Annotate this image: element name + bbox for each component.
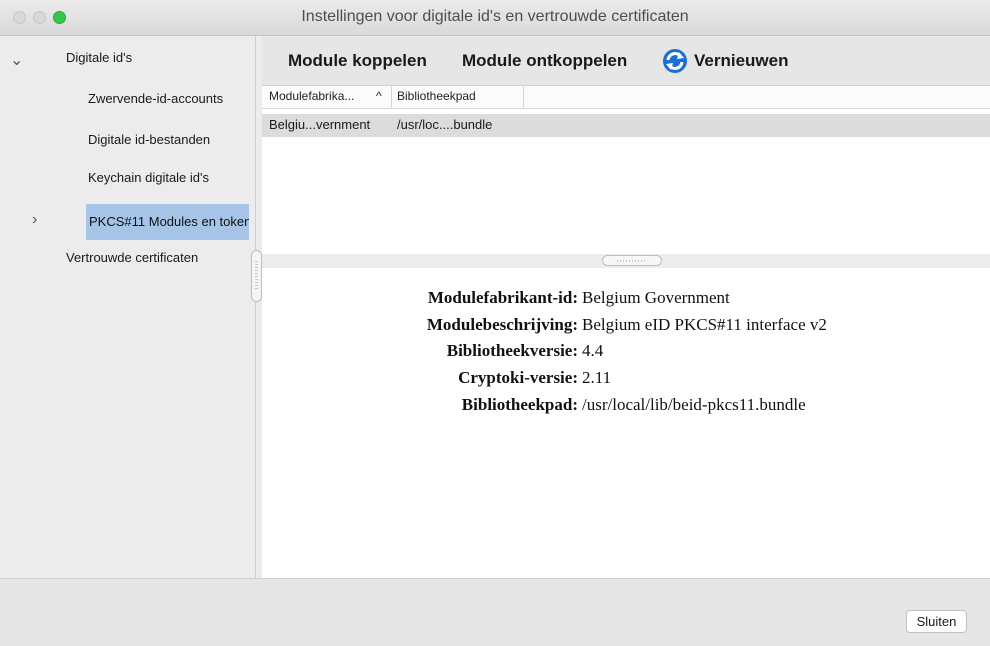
sidebar-item-pkcs11-modules[interactable]: PKCS#11 Modules en tokens [86, 204, 249, 240]
sidebar-item-digital-ids[interactable]: Digitale id's [66, 50, 132, 65]
sidebar: ⌄ Digitale id's Zwervende-id-accounts Di… [0, 36, 256, 578]
detail-value: /usr/local/lib/beid-pkcs11.bundle [582, 395, 806, 414]
module-details: Modulefabrikant-id: Belgium Government M… [262, 268, 990, 578]
sidebar-item-trusted-certificates[interactable]: Vertrouwde certificaten [66, 250, 198, 265]
module-table: Modulefabrika... ^ Bibliotheekpad Belgiu… [262, 86, 990, 254]
detail-value: Belgium eID PKCS#11 interface v2 [582, 315, 827, 334]
detail-key: Cryptoki-versie: [458, 368, 578, 387]
footer: Sluiten [0, 578, 990, 646]
column-header-manufacturer[interactable]: Modulefabrika... [269, 89, 354, 103]
close-button[interactable]: Sluiten [906, 610, 967, 633]
cell-library-path: /usr/loc....bundle [397, 117, 493, 132]
detail-value: Belgium Government [582, 288, 730, 307]
sort-ascending-icon: ^ [376, 89, 382, 103]
detail-key: Modulebeschrijving: [426, 315, 578, 334]
detail-value: 4.4 [582, 341, 604, 360]
pane-splitter [262, 254, 990, 268]
detail-row: Cryptoki-versie: 2.11 [262, 368, 990, 392]
column-divider[interactable] [391, 86, 392, 109]
table-header: Modulefabrika... ^ Bibliotheekpad [262, 86, 990, 109]
pane-resize-handle[interactable] [602, 255, 662, 266]
chevron-right-icon[interactable]: › [32, 211, 37, 229]
column-divider[interactable] [523, 86, 524, 109]
attach-module-button[interactable]: Module koppelen [288, 51, 427, 71]
detail-key: Modulefabrikant-id: [427, 288, 578, 307]
detail-row: Modulefabrikant-id: Belgium Government [262, 288, 990, 312]
sidebar-item-label: PKCS#11 Modules en tokens [89, 214, 249, 229]
refresh-icon[interactable] [662, 48, 688, 74]
detail-row: Bibliotheekversie: 4.4 [262, 341, 990, 365]
title-bar: Instellingen voor digitale id's en vertr… [0, 0, 990, 36]
detail-row: Modulebeschrijving: Belgium eID PKCS#11 … [262, 315, 990, 339]
detail-row: Bibliotheekpad: /usr/local/lib/beid-pkcs… [262, 395, 990, 419]
sidebar-item-roaming-id-accounts[interactable]: Zwervende-id-accounts [88, 91, 223, 106]
chevron-down-icon[interactable]: ⌄ [10, 50, 23, 70]
detail-key: Bibliotheekversie: [446, 341, 578, 360]
cell-manufacturer: Belgiu...vernment [269, 117, 371, 132]
sidebar-resize-handle[interactable] [251, 250, 262, 302]
toolbar: Module koppelen Module ontkoppelen Verni… [262, 36, 990, 86]
detail-value: 2.11 [582, 368, 612, 387]
column-header-library-path[interactable]: Bibliotheekpad [397, 89, 476, 103]
detail-key: Bibliotheekpad: [461, 395, 578, 414]
refresh-button[interactable]: Vernieuwen [694, 51, 788, 71]
sidebar-item-keychain-digital-ids[interactable]: Keychain digitale id's [88, 170, 209, 185]
detach-module-button[interactable]: Module ontkoppelen [462, 51, 627, 71]
window-title: Instellingen voor digitale id's en vertr… [301, 8, 689, 25]
sidebar-item-digital-id-files[interactable]: Digitale id-bestanden [88, 132, 210, 147]
table-row[interactable]: Belgiu...vernment /usr/loc....bundle [262, 114, 990, 137]
